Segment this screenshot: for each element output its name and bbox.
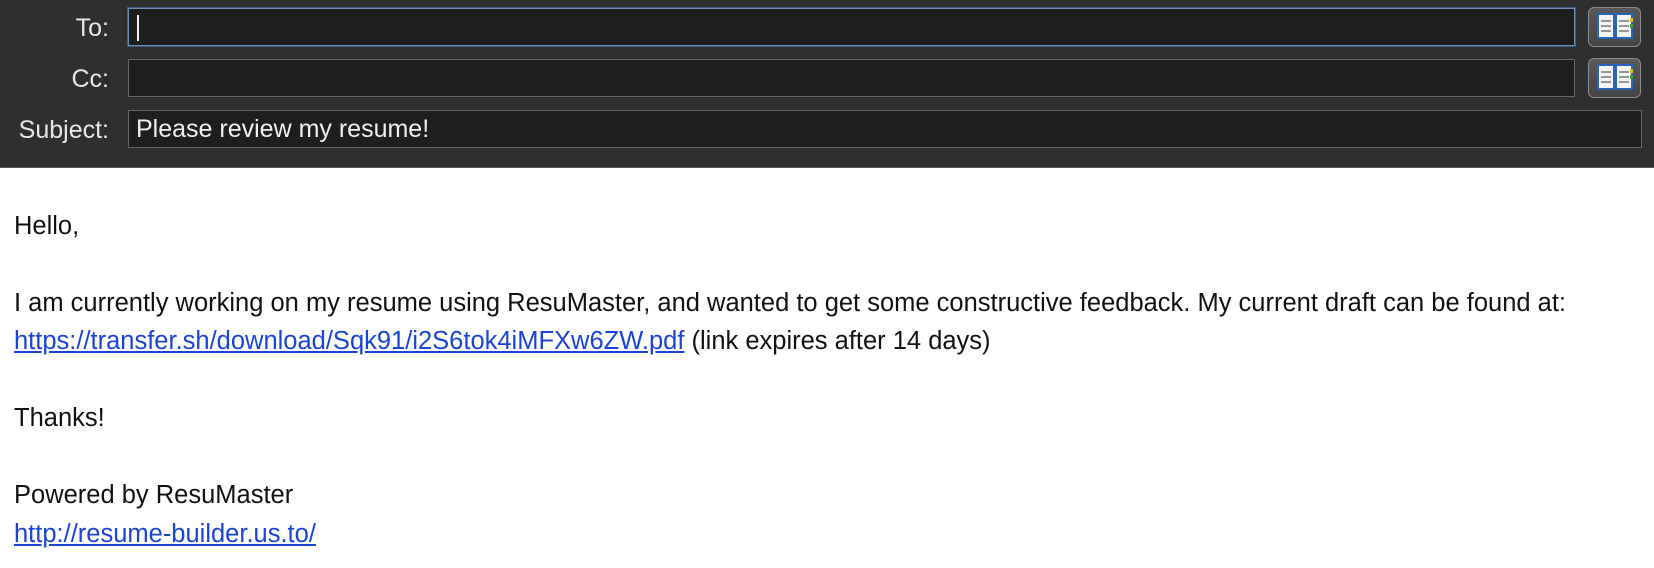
cc-field[interactable] [128, 59, 1575, 97]
subject-field[interactable]: Please review my resume! [128, 110, 1642, 148]
message-text: I am currently working on my resume usin… [14, 288, 1567, 317]
address-book-icon [1596, 13, 1633, 39]
signature-text: Powered by ResuMaster [14, 481, 294, 509]
cc-address-book-button[interactable] [1588, 58, 1641, 98]
cc-row: Cc: [0, 57, 1654, 101]
signature-link[interactable]: http://resume-builder.us.to/ [14, 520, 316, 548]
to-label: To: [75, 14, 109, 42]
to-address-book-button[interactable] [1588, 7, 1641, 47]
message-body[interactable]: Hello, I am currently working on my resu… [0, 168, 1654, 553]
address-book-icon [1596, 64, 1633, 90]
to-row: To: [0, 6, 1654, 50]
subject-label: Subject: [18, 116, 109, 144]
text-caret [137, 15, 139, 41]
compose-header: To: Cc: Subject: Please review my resume… [0, 0, 1654, 168]
greeting: Hello, [14, 211, 80, 240]
cc-label: Cc: [71, 65, 110, 93]
resume-download-link[interactable]: https://transfer.sh/download/Sqk91/i2S6t… [14, 327, 684, 355]
link-expiry-note: (link expires after 14 days) [684, 327, 991, 355]
message-paragraph: I am currently working on my resume usin… [14, 284, 1640, 361]
subject-row: Subject: Please review my resume! [0, 108, 1654, 152]
thanks-line: Thanks! [14, 404, 105, 432]
to-field[interactable] [128, 8, 1575, 46]
